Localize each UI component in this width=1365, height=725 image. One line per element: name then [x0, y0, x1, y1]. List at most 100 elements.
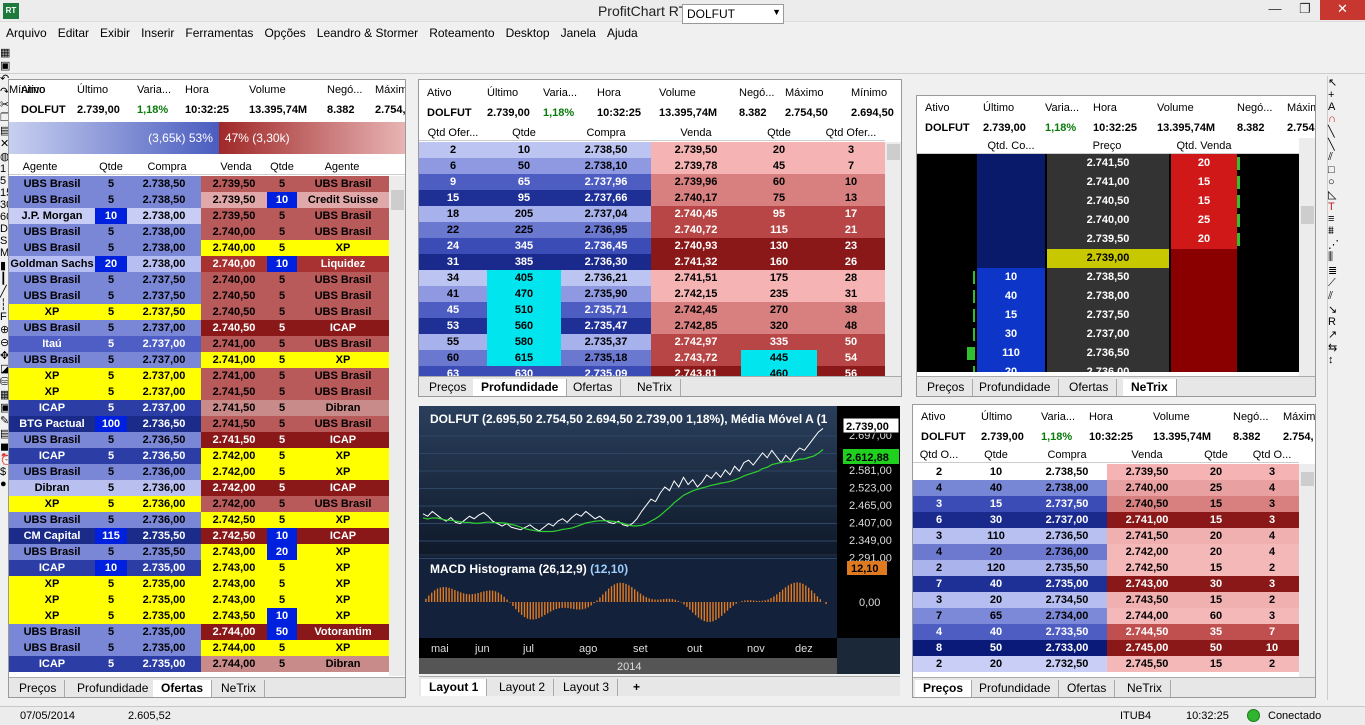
offers-row[interactable]: UBS Brasil 5 2.738,00 2.740,00 5 UBS Brasil	[9, 224, 389, 240]
offers-row[interactable]: UBS Brasil 5 2.738,00 2.740,00 5 XP	[9, 240, 389, 256]
menu-1[interactable]: Editar	[52, 23, 94, 40]
netrix-scrollbar[interactable]	[1299, 138, 1315, 376]
vertical-icon[interactable]: ↕	[1328, 354, 1365, 366]
offers-row[interactable]: UBS Brasil 5 2.738,50 2.739,50 5 UBS Brasil	[9, 176, 389, 192]
depth-row[interactable]: 31 385 2.736,30 2.741,32 160 26	[419, 254, 885, 270]
offers-row[interactable]: UBS Brasil 5 2.736,50 2.741,50 5 ICAP	[9, 432, 389, 448]
line-tool-icon[interactable]: ╲	[1328, 125, 1365, 138]
tab-ofertas[interactable]: Ofertas	[1061, 379, 1118, 396]
tab-preços[interactable]: Preços	[915, 680, 973, 697]
netrix-row[interactable]: 10 2.738,50	[917, 268, 1299, 287]
regression-icon[interactable]: R	[1328, 316, 1365, 328]
tab-profundidade[interactable]: Profundidade	[69, 680, 158, 697]
offers-row[interactable]: Itaú 5 2.737,00 2.741,00 5 UBS Brasil	[9, 336, 389, 352]
channel-icon[interactable]: ⫽	[1328, 151, 1365, 164]
depth-row[interactable]: 63 630 2.735,09 2.743,81 460 56	[419, 366, 885, 376]
tab-profundidade[interactable]: Profundidade	[971, 680, 1060, 697]
offers-row[interactable]: Goldman Sachs 20 2.738,00 2.740,00 10 Liquide…	[9, 256, 389, 272]
ray-tool-icon[interactable]: ╲	[1328, 138, 1365, 151]
menu-8[interactable]: Desktop	[500, 23, 555, 40]
menu-4[interactable]: Ferramentas	[179, 23, 258, 40]
netrix-row[interactable]: 2.741,00 15	[917, 173, 1299, 192]
depth-row[interactable]: 22 225 2.736,95 2.740,72 115 21	[419, 222, 885, 238]
netrix-row[interactable]: 2.740,50 15	[917, 192, 1299, 211]
depth-row[interactable]: 18 205 2.737,04 2.740,45 95 17	[419, 206, 885, 222]
depth-row[interactable]: 53 560 2.735,47 2.742,85 320 48	[419, 318, 885, 334]
text-tool-icon[interactable]: A	[1328, 101, 1365, 113]
offers-row[interactable]: J.P. Morgan 10 2.738,00 2.739,50 5 UBS Brasil	[9, 208, 389, 224]
offers-row[interactable]: XP 5 2.735,00 2.743,50 10 XP	[9, 608, 389, 624]
gann-icon[interactable]: ⟋	[1328, 277, 1365, 290]
itub-row[interactable]: 4 40 2.738,00 2.740,00 25 4	[913, 480, 1299, 496]
netrix-row[interactable]: 2.740,00 25	[917, 211, 1299, 230]
itub-row[interactable]: 2 20 2.732,50 2.745,50 15 2	[913, 656, 1299, 672]
fib-tool-icon[interactable]: ⩩	[1328, 225, 1365, 238]
depth-row[interactable]: 34 405 2.736,21 2.741,51 175 28	[419, 270, 885, 286]
text-t-icon[interactable]: T	[1328, 201, 1365, 213]
offers-row[interactable]: UBS Brasil 5 2.737,50 2.740,00 5 UBS Brasil	[9, 272, 389, 288]
itub-row[interactable]: 7 40 2.735,00 2.743,00 30 3	[913, 576, 1299, 592]
magnet-icon[interactable]: ∩	[1328, 113, 1365, 125]
offers-row[interactable]: UBS Brasil 5 2.736,00 2.742,50 5 XP	[9, 512, 389, 528]
save-icon[interactable]: ▣	[0, 59, 1365, 72]
netrix-row[interactable]: 2.741,50 20	[917, 154, 1299, 173]
netrix-row[interactable]: 15 2.737,50	[917, 306, 1299, 325]
offers-row[interactable]: CM Capital 115 2.735,50 2.742,50 10 ICAP	[9, 528, 389, 544]
tab-layout-2[interactable]: Layout 2	[491, 679, 555, 696]
netrix-row[interactable]: 20 2.736,00	[917, 363, 1299, 372]
tab-netrix[interactable]: NeTrix	[1119, 680, 1171, 697]
offers-scrollbar[interactable]	[389, 176, 405, 676]
depth-row[interactable]: 24 345 2.736,45 2.740,93 130 23	[419, 238, 885, 254]
offers-row[interactable]: ICAP 10 2.735,00 2.743,00 5 XP	[9, 560, 389, 576]
offers-row[interactable]: UBS Brasil 5 2.735,50 2.743,00 20 XP	[9, 544, 389, 560]
depth-row[interactable]: 9 65 2.737,96 2.739,96 60 10	[419, 174, 885, 190]
itub-row[interactable]: 2 10 2.738,50 2.739,50 20 3	[913, 464, 1299, 480]
symbol-select[interactable]: DOLFUT ▼	[682, 4, 784, 24]
tab-netrix[interactable]: NeTrix	[1123, 379, 1177, 396]
tab-layout-1[interactable]: Layout 1	[421, 679, 488, 696]
netrix-row[interactable]: 2.739,50 20	[917, 230, 1299, 249]
offers-row[interactable]: UBS Brasil 5 2.737,00 2.741,00 5 XP	[9, 352, 389, 368]
offers-row[interactable]: XP 5 2.735,00 2.743,00 5 XP	[9, 576, 389, 592]
offers-row[interactable]: ICAP 5 2.735,00 2.744,00 5 Dibran	[9, 656, 389, 672]
measure-icon[interactable]: ⇆	[1328, 341, 1365, 354]
add-layout-icon[interactable]: +	[625, 679, 648, 696]
tab-layout-3[interactable]: Layout 3	[555, 679, 619, 696]
offers-row[interactable]: ICAP 5 2.736,50 2.742,00 5 XP	[9, 448, 389, 464]
depth-row[interactable]: 41 470 2.735,90 2.742,15 235 31	[419, 286, 885, 302]
depth-row[interactable]: 2 10 2.738,50 2.739,50 20 3	[419, 142, 885, 158]
itub-row[interactable]: 3 20 2.734,50 2.743,50 15 2	[913, 592, 1299, 608]
offers-row[interactable]: XP 5 2.737,50 2.740,50 5 UBS Brasil	[9, 304, 389, 320]
itub-row[interactable]: 4 20 2.736,00 2.742,00 20 4	[913, 544, 1299, 560]
ellipse-tool-icon[interactable]: ○	[1328, 176, 1365, 188]
tab-ofertas[interactable]: Ofertas	[153, 680, 213, 697]
itub-row[interactable]: 7 65 2.734,00 2.744,00 60 3	[913, 608, 1299, 624]
offers-row[interactable]: XP 5 2.737,00 2.741,50 5 UBS Brasil	[9, 384, 389, 400]
offers-row[interactable]: UBS Brasil 5 2.737,50 2.740,50 5 UBS Brasil	[9, 288, 389, 304]
scroll-thumb[interactable]	[391, 190, 404, 210]
menu-6[interactable]: Leandro & Stormer	[311, 23, 423, 40]
fib-fan-icon[interactable]: ⋰	[1328, 238, 1365, 251]
itub-row[interactable]: 6 30 2.737,00 2.741,00 15 3	[913, 512, 1299, 528]
netrix-row[interactable]: 2.739,00	[917, 249, 1299, 268]
scroll-thumb[interactable]	[1301, 472, 1314, 486]
menu-9[interactable]: Janela	[555, 23, 601, 40]
offers-row[interactable]: XP 5 2.736,00 2.742,00 5 UBS Brasil	[9, 496, 389, 512]
price-chart[interactable]: 2.697,002.639,002.581,002.523,002.465,00…	[419, 406, 900, 674]
netrix-row[interactable]: 110 2.736,50	[917, 344, 1299, 363]
cursor-icon[interactable]: ↖	[1328, 76, 1365, 89]
scroll-thumb[interactable]	[887, 144, 900, 160]
speed-lines-icon[interactable]: ↘	[1328, 303, 1365, 316]
tab-ofertas[interactable]: Ofertas	[1059, 680, 1116, 697]
tab-netrix[interactable]: NeTrix	[213, 680, 265, 697]
offers-row[interactable]: XP 5 2.737,00 2.741,00 5 UBS Brasil	[9, 368, 389, 384]
depth-row[interactable]: 45 510 2.735,71 2.742,45 270 38	[419, 302, 885, 318]
offers-row[interactable]: UBS Brasil 5 2.738,50 2.739,50 10 Credit Suis…	[9, 192, 389, 208]
offers-row[interactable]: UBS Brasil 5 2.735,00 2.744,00 5 XP	[9, 640, 389, 656]
offers-row[interactable]: ICAP 5 2.737,00 2.741,50 5 Dibran	[9, 400, 389, 416]
depth-row[interactable]: 15 95 2.737,66 2.740,17 75 13	[419, 190, 885, 206]
depth-row[interactable]: 6 50 2.738,10 2.739,78 45 7	[419, 158, 885, 174]
period-lines-icon[interactable]: ⫼	[1328, 251, 1365, 264]
arrow-icon[interactable]: ↗	[1328, 328, 1365, 341]
crosshair-icon[interactable]: +	[1328, 89, 1365, 101]
